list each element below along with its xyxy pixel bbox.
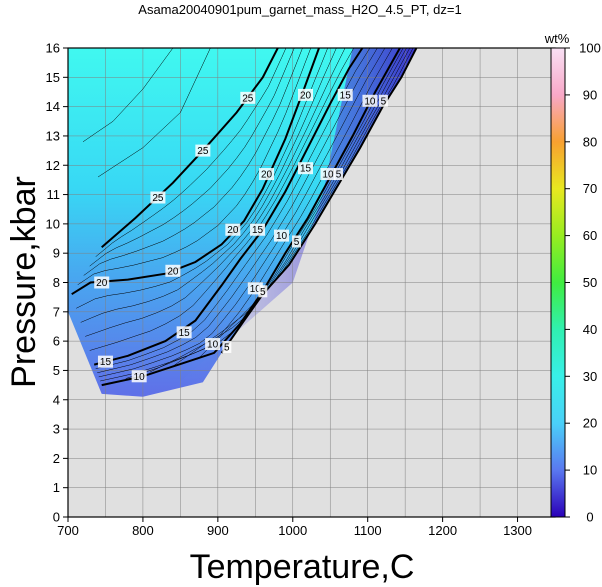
y-tick-label: 5 [53, 363, 60, 378]
colorbar-tick-label: 10 [583, 463, 597, 478]
y-tick-label: 6 [53, 334, 60, 349]
contour-label: 10 [134, 372, 146, 383]
x-axis-label: Temperature,C [190, 548, 415, 586]
contour-label: 20 [261, 170, 273, 181]
x-tick-label: 800 [132, 523, 154, 538]
y-axis-ticks: 012345678910111213141516 [46, 41, 68, 525]
x-tick-label: 1100 [354, 523, 382, 538]
y-tick-label: 9 [53, 246, 60, 261]
contour-label: 15 [179, 328, 191, 339]
x-tick-label: 1000 [278, 523, 307, 538]
colorbar-unit-label: wt% [544, 31, 570, 46]
contour-label: 10 [207, 340, 219, 351]
colorbar-tick-label: 60 [583, 228, 597, 243]
contour-label: 20 [300, 90, 312, 101]
contour-label: 15 [300, 164, 312, 175]
y-tick-label: 8 [53, 275, 60, 290]
y-axis-label: Pressure,kbar [5, 176, 43, 388]
contour-label: 15 [340, 90, 352, 101]
y-tick-label: 1 [53, 480, 60, 495]
contour-label: 25 [152, 193, 164, 204]
colorbar-tick-label: 50 [583, 275, 597, 290]
contour-label: 5 [294, 237, 300, 248]
y-tick-label: 12 [46, 158, 60, 173]
y-tick-label: 15 [46, 70, 60, 85]
contour-label: 15 [252, 225, 264, 236]
colorbar-tick-label: 80 [583, 134, 597, 149]
y-tick-label: 0 [53, 510, 60, 525]
colorbar-tick-label: 30 [583, 369, 597, 384]
contour-label: 10 [364, 96, 376, 107]
contour-label: 10 [276, 231, 288, 242]
y-tick-label: 14 [46, 99, 60, 114]
y-tick-label: 4 [53, 392, 60, 407]
y-tick-label: 2 [53, 451, 60, 466]
y-tick-label: 3 [53, 422, 60, 437]
x-tick-label: 700 [57, 523, 79, 538]
x-tick-label: 1300 [503, 523, 532, 538]
chart-figure: Asama20040901pum_garnet_mass_H2O_4.5_PT,… [5, 2, 601, 586]
contour-label: 5 [336, 170, 342, 181]
colorbar [550, 47, 566, 518]
y-tick-label: 10 [46, 216, 60, 231]
colorbar-tick-label: 40 [583, 322, 597, 337]
chart-title: Asama20040901pum_garnet_mass_H2O_4.5_PT,… [138, 2, 461, 17]
colorbar-tick-label: 20 [583, 416, 597, 431]
contour-label: 5 [381, 96, 387, 107]
contour-label: 10 [322, 170, 334, 181]
y-tick-label: 7 [53, 304, 60, 319]
colorbar-tick-label: 90 [583, 87, 597, 102]
y-tick-label: 11 [47, 187, 61, 202]
y-tick-label: 16 [46, 41, 60, 56]
contour-label: 25 [242, 93, 254, 104]
colorbar-tick-label: 70 [583, 181, 597, 196]
y-tick-label: 13 [46, 128, 60, 143]
x-tick-label: 900 [207, 523, 229, 538]
colorbar-ticks: 0 10 20 30 40 50 60 70 80 90 100 [565, 41, 601, 525]
contour-label: 5 [224, 342, 230, 353]
contour-label: 5 [260, 287, 266, 298]
contour-label: 15 [100, 357, 112, 368]
colorbar-tick-label: 100 [579, 41, 601, 56]
contour-label: 20 [167, 266, 179, 277]
colorbar-tick-label: 0 [586, 510, 593, 525]
x-axis-ticks: 700 800 900 1000 1100 1200 1300 [57, 517, 532, 538]
contour-label: 25 [197, 146, 209, 157]
x-tick-label: 1200 [428, 523, 457, 538]
contour-label: 20 [227, 225, 239, 236]
contour-label: 20 [96, 278, 108, 289]
